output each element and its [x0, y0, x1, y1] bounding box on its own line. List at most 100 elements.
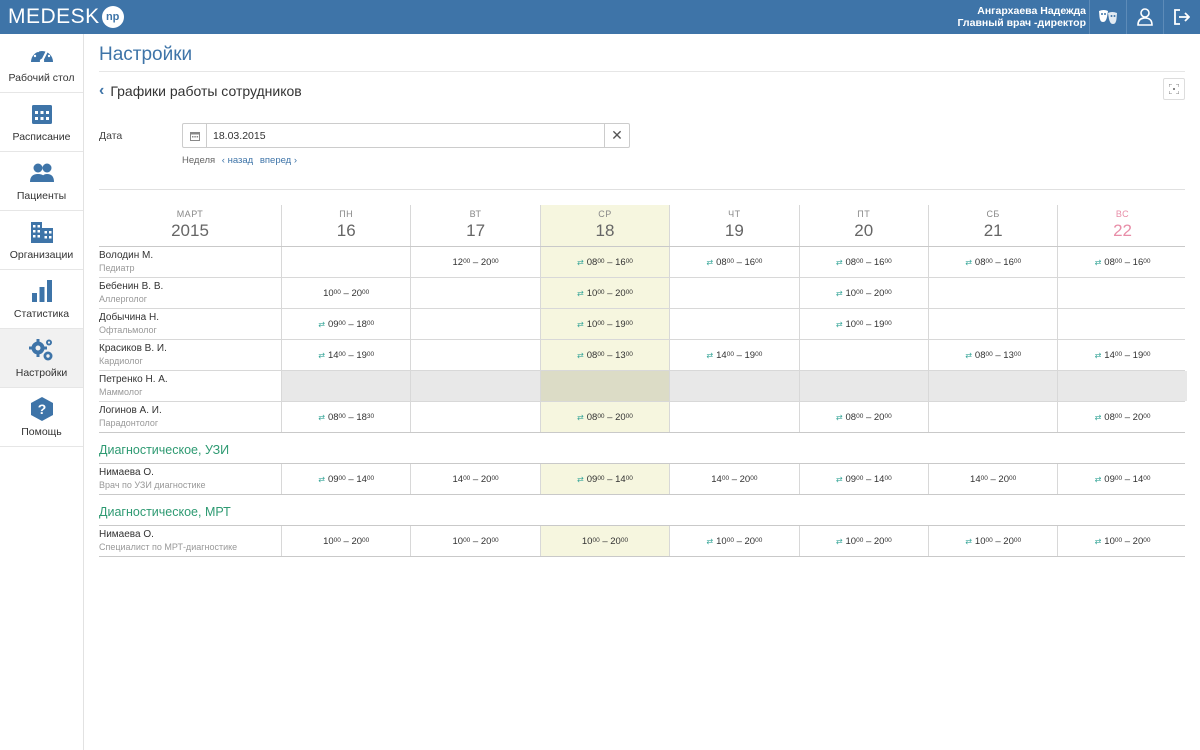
schedule-cell[interactable]: ⇄ 08 00 – 13 00	[927, 340, 1057, 370]
schedule-cell[interactable]	[539, 371, 670, 401]
schedule-cell[interactable]	[1057, 278, 1186, 308]
schedule-cell[interactable]: ⇄ 08 00 – 16 00	[539, 247, 670, 277]
clear-date-button[interactable]: ✕	[604, 124, 629, 147]
schedule-cell[interactable]	[410, 278, 539, 308]
user-info[interactable]: Ангархаева Надежда Главный врач -директо…	[958, 5, 1087, 29]
shift-time: 10 00 – 20 00	[282, 278, 410, 308]
shift-end-min: 00	[884, 412, 892, 420]
schedule-cell[interactable]: 14 00 – 20 00	[410, 464, 539, 494]
shift-start-hour: 08	[974, 349, 986, 361]
schedule-cell[interactable]	[410, 402, 539, 432]
schedule-cell[interactable]	[927, 371, 1058, 401]
day-number: 16	[336, 221, 356, 240]
sidebar-item-dashboard[interactable]: Рабочий стол	[0, 34, 83, 93]
schedule-cell[interactable]: ⇄ 10 00 – 20 00	[669, 526, 798, 556]
date-input[interactable]	[207, 124, 604, 147]
schedule-cell[interactable]: ⇄ 08 00 – 20 00	[1057, 402, 1186, 432]
sidebar-item-statistics[interactable]: Статистика	[0, 270, 83, 329]
schedule-cell[interactable]: 14 00 – 20 00	[669, 464, 798, 494]
profile-button[interactable]	[1126, 0, 1163, 34]
schedule-cell[interactable]: ⇄ 09 00 – 14 00	[1057, 464, 1186, 494]
shift-start-hour: 10	[452, 535, 464, 547]
schedule-cell[interactable]: ⇄ 08 00 – 20 00	[539, 402, 670, 432]
schedule-cell[interactable]: 10 00 – 20 00	[539, 526, 670, 556]
employee-cell[interactable]: Красиков В. И. Кардиолог	[99, 340, 281, 370]
employee-cell[interactable]: Нимаева О. Специалист по МРТ-диагностике	[99, 526, 281, 556]
schedule-cell[interactable]: ⇄ 14 00 – 19 00	[1057, 340, 1186, 370]
shift-dash: –	[599, 535, 611, 547]
shift-time: ⇄ 14 00 – 19 00	[282, 340, 410, 370]
day-header: ВС 22	[1057, 205, 1186, 246]
schedule-cell[interactable]: ⇄ 09 00 – 14 00	[798, 464, 928, 494]
schedule-cell[interactable]: ⇄ 08 00 – 16 00	[1057, 247, 1186, 277]
schedule-cell[interactable]: ⇄ 09 00 – 14 00	[281, 464, 410, 494]
shift-start-min: 00	[463, 257, 471, 265]
employee-cell[interactable]: Бебенин В. В. Аллерголог	[99, 278, 281, 308]
schedule-cell[interactable]: ⇄ 10 00 – 20 00	[798, 526, 928, 556]
schedule-cell[interactable]	[410, 340, 539, 370]
shift-start-min: 00	[463, 536, 471, 544]
schedule-cell[interactable]: 10 00 – 20 00	[281, 278, 410, 308]
schedule-cell[interactable]: ⇄ 10 00 – 19 00	[539, 309, 670, 339]
schedule-cell[interactable]: 12 00 – 20 00	[410, 247, 539, 277]
schedule-cell[interactable]: ⇄ 10 00 – 19 00	[798, 309, 928, 339]
schedule-cell[interactable]: ⇄ 10 00 – 20 00	[798, 278, 928, 308]
schedule-cell[interactable]: 14 00 – 20 00	[927, 464, 1057, 494]
employee-role: Врач по УЗИ диагностике	[99, 480, 206, 490]
schedule-cell[interactable]: ⇄ 10 00 – 20 00	[539, 278, 670, 308]
schedule-cell[interactable]: ⇄ 09 00 – 14 00	[539, 464, 670, 494]
logo[interactable]: MEDESK np	[8, 5, 124, 28]
employee-cell[interactable]: Логинов А. И. Парадонтолог	[99, 402, 281, 432]
date-field[interactable]: ✕	[182, 123, 630, 148]
schedule-cell[interactable]	[281, 371, 411, 401]
date-picker-button[interactable]	[183, 124, 207, 147]
day-number: 22	[1113, 221, 1132, 240]
employee-cell[interactable]: Добычина Н. Офтальмолог	[99, 309, 281, 339]
schedule-cell[interactable]: ⇄ 14 00 – 19 00	[281, 340, 410, 370]
schedule-cell[interactable]	[927, 402, 1057, 432]
fullscreen-button[interactable]	[1163, 78, 1185, 100]
schedule-cell[interactable]	[798, 371, 928, 401]
schedule-cell[interactable]: ⇄ 08 00 – 16 00	[927, 247, 1057, 277]
sidebar-item-help[interactable]: ? Помощь	[0, 388, 83, 447]
schedule-cell[interactable]: ⇄ 08 00 – 13 00	[539, 340, 670, 370]
sidebar-item-patients[interactable]: Пациенты	[0, 152, 83, 211]
shift-start-hour: 09	[586, 473, 598, 485]
schedule-cell[interactable]	[669, 309, 798, 339]
bar-chart-icon	[31, 280, 52, 302]
schedule-cell[interactable]	[927, 309, 1057, 339]
doctor-icon	[1137, 8, 1153, 26]
schedule-cell[interactable]	[798, 340, 928, 370]
schedule-cell[interactable]	[1057, 371, 1187, 401]
schedule-cell[interactable]: ⇄ 08 00 – 16 00	[798, 247, 928, 277]
schedule-cell[interactable]: ⇄ 10 00 – 20 00	[927, 526, 1057, 556]
schedule-cell[interactable]	[1057, 309, 1186, 339]
schedule-cell[interactable]	[669, 278, 798, 308]
schedule-cell[interactable]	[410, 371, 540, 401]
back-chevron-icon[interactable]: ‹	[99, 82, 104, 100]
schedule-cell[interactable]	[927, 278, 1057, 308]
employee-cell[interactable]: Володин М. Педиатр	[99, 247, 281, 277]
schedule-cell[interactable]	[669, 371, 799, 401]
sidebar-item-settings[interactable]: Настройки	[0, 329, 83, 388]
schedule-cell[interactable]: ⇄ 08 00 – 18 30	[281, 402, 410, 432]
week-back-link[interactable]: ‹ назад	[222, 155, 253, 166]
employee-cell[interactable]: Петренко Н. А. Маммолог	[99, 371, 281, 401]
week-forward-link[interactable]: вперед ›	[260, 155, 297, 166]
schedule-cell[interactable]: ⇄ 10 00 – 20 00	[1057, 526, 1186, 556]
schedule-cell[interactable]	[281, 247, 410, 277]
schedule-cell[interactable]	[410, 309, 539, 339]
masks-button[interactable]	[1089, 0, 1126, 34]
shift-end-hour: 14	[615, 473, 626, 485]
schedule-cell[interactable]: 10 00 – 20 00	[281, 526, 410, 556]
sidebar-item-organizations[interactable]: Организации	[0, 211, 83, 270]
sidebar-item-schedule[interactable]: Расписание	[0, 93, 83, 152]
logout-button[interactable]	[1163, 0, 1200, 34]
employee-cell[interactable]: Нимаева О. Врач по УЗИ диагностике	[99, 464, 281, 494]
schedule-cell[interactable]: ⇄ 08 00 – 16 00	[669, 247, 798, 277]
schedule-cell[interactable]	[669, 402, 798, 432]
schedule-cell[interactable]: ⇄ 09 00 – 18 00	[281, 309, 410, 339]
schedule-cell[interactable]: 10 00 – 20 00	[410, 526, 539, 556]
schedule-cell[interactable]: ⇄ 14 00 – 19 00	[669, 340, 798, 370]
schedule-cell[interactable]: ⇄ 08 00 – 20 00	[798, 402, 928, 432]
